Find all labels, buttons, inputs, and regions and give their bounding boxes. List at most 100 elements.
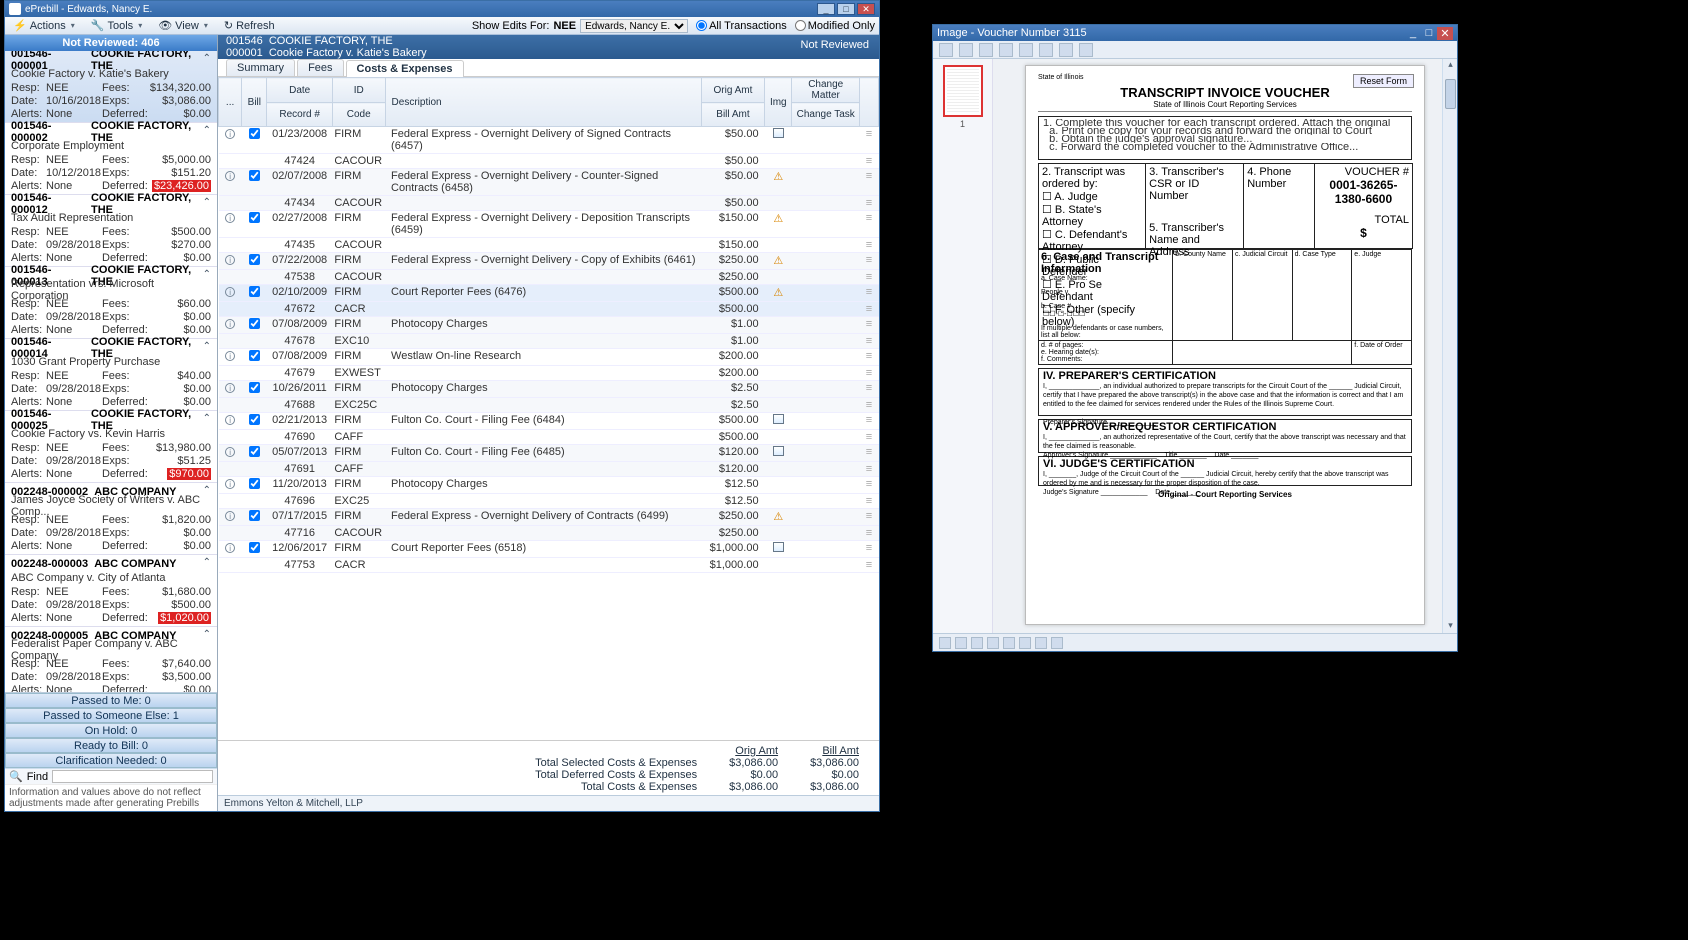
collapse-icon[interactable]: ⌃ bbox=[203, 629, 211, 640]
row-menu-icon[interactable]: ≡ bbox=[859, 541, 878, 558]
bill-checkbox[interactable] bbox=[249, 212, 260, 223]
col-img[interactable]: Img bbox=[765, 78, 792, 127]
col-orig-amt[interactable]: Orig Amt bbox=[701, 78, 764, 103]
case-item[interactable]: ⌃ 002248-000003 ABC COMPANY ABC Company … bbox=[5, 555, 217, 627]
col-selector[interactable]: ... bbox=[219, 78, 242, 127]
row-menu-icon[interactable]: ≡ bbox=[859, 211, 878, 238]
all-transactions-radio[interactable]: All Transactions bbox=[696, 20, 787, 32]
viewer-maximize[interactable]: □ bbox=[1421, 27, 1437, 39]
find-input[interactable] bbox=[52, 770, 213, 783]
info-icon[interactable]: i bbox=[225, 287, 235, 297]
bill-checkbox[interactable] bbox=[249, 170, 260, 181]
tab-costs-expenses[interactable]: Costs & Expenses bbox=[346, 60, 464, 77]
info-icon[interactable]: i bbox=[225, 383, 235, 393]
status-button[interactable]: Ready to Bill: 0 bbox=[5, 738, 217, 753]
row-menu-icon[interactable]: ≡ bbox=[859, 430, 878, 445]
row-menu-icon[interactable]: ≡ bbox=[859, 270, 878, 285]
row-menu-icon[interactable]: ≡ bbox=[859, 285, 878, 302]
status-button[interactable]: Clarification Needed: 0 bbox=[5, 753, 217, 768]
reset-form-button[interactable]: Reset Form bbox=[1353, 74, 1414, 88]
tab-summary[interactable]: Summary bbox=[226, 59, 295, 76]
row-menu-icon[interactable]: ≡ bbox=[859, 526, 878, 541]
row-menu-icon[interactable]: ≡ bbox=[859, 349, 878, 366]
tab-fees[interactable]: Fees bbox=[297, 59, 343, 76]
viewer-tool-icon[interactable] bbox=[1039, 43, 1053, 57]
info-icon[interactable]: i bbox=[225, 255, 235, 265]
case-item[interactable]: ⌃ 002248-000002 ABC COMPANY James Joyce … bbox=[5, 483, 217, 555]
maximize-button[interactable]: □ bbox=[837, 3, 855, 15]
row-menu-icon[interactable]: ≡ bbox=[859, 413, 878, 430]
bill-checkbox[interactable] bbox=[249, 128, 260, 139]
row-menu-icon[interactable]: ≡ bbox=[859, 253, 878, 270]
row-menu-icon[interactable]: ≡ bbox=[859, 398, 878, 413]
info-icon[interactable]: i bbox=[225, 415, 235, 425]
expense-row[interactable]: i 02/21/2013FIRM Fulton Co. Court - Fili… bbox=[219, 413, 879, 430]
viewer-tool-icon[interactable] bbox=[1019, 43, 1033, 57]
expense-row[interactable]: i 11/20/2013FIRM Photocopy Charges$12.50… bbox=[219, 477, 879, 494]
info-icon[interactable]: i bbox=[225, 319, 235, 329]
viewer-close[interactable]: ✕ bbox=[1437, 27, 1453, 40]
col-change-matter[interactable]: Change Matter bbox=[792, 78, 859, 103]
viewer-tool-icon[interactable] bbox=[939, 43, 953, 57]
row-menu-icon[interactable]: ≡ bbox=[859, 302, 878, 317]
page-thumbnail[interactable] bbox=[943, 65, 983, 117]
row-menu-icon[interactable]: ≡ bbox=[859, 381, 878, 398]
expense-row[interactable]: i 02/10/2009FIRM Court Reporter Fees (64… bbox=[219, 285, 879, 302]
row-menu-icon[interactable]: ≡ bbox=[859, 462, 878, 477]
info-icon[interactable]: i bbox=[225, 213, 235, 223]
expense-row[interactable]: i 05/07/2013FIRM Fulton Co. Court - Fili… bbox=[219, 445, 879, 462]
bill-checkbox[interactable] bbox=[249, 414, 260, 425]
expense-row[interactable]: i 07/22/2008FIRM Federal Express - Overn… bbox=[219, 253, 879, 270]
collapse-icon[interactable]: ⌃ bbox=[203, 341, 211, 352]
col-id[interactable]: ID bbox=[332, 78, 385, 103]
status-button[interactable]: Passed to Me: 0 bbox=[5, 693, 217, 708]
bill-checkbox[interactable] bbox=[249, 318, 260, 329]
expense-row[interactable]: i 10/26/2011FIRM Photocopy Charges$2.50 … bbox=[219, 381, 879, 398]
expense-row[interactable]: i 07/08/2009FIRM Photocopy Charges$1.00 … bbox=[219, 317, 879, 334]
info-icon[interactable]: i bbox=[225, 543, 235, 553]
refresh-button[interactable]: ↻Refresh bbox=[220, 18, 279, 33]
expense-row[interactable]: i 02/27/2008FIRM Federal Express - Overn… bbox=[219, 211, 879, 238]
minimize-button[interactable]: _ bbox=[817, 3, 835, 15]
image-icon[interactable] bbox=[773, 414, 784, 424]
row-menu-icon[interactable]: ≡ bbox=[859, 127, 878, 154]
bill-checkbox[interactable] bbox=[249, 446, 260, 457]
bill-checkbox[interactable] bbox=[249, 478, 260, 489]
collapse-icon[interactable]: ⌃ bbox=[203, 557, 211, 568]
not-reviewed-header[interactable]: Not Reviewed: 406 bbox=[5, 35, 217, 51]
viewer-minimize[interactable]: _ bbox=[1405, 27, 1421, 39]
row-menu-icon[interactable]: ≡ bbox=[859, 334, 878, 349]
row-menu-icon[interactable]: ≡ bbox=[859, 196, 878, 211]
close-button[interactable]: ✕ bbox=[857, 3, 875, 15]
status-button[interactable]: Passed to Someone Else: 1 bbox=[5, 708, 217, 723]
expense-row[interactable]: i 07/17/2015FIRM Federal Express - Overn… bbox=[219, 509, 879, 526]
expense-row[interactable]: i 12/06/2017FIRM Court Reporter Fees (65… bbox=[219, 541, 879, 558]
viewer-tool-icon[interactable] bbox=[999, 43, 1013, 57]
expense-row[interactable]: i 02/07/2008FIRM Federal Express - Overn… bbox=[219, 169, 879, 196]
image-icon[interactable] bbox=[773, 542, 784, 552]
viewer-tool-icon[interactable] bbox=[1079, 43, 1093, 57]
row-menu-icon[interactable]: ≡ bbox=[859, 445, 878, 462]
row-menu-icon[interactable]: ≡ bbox=[859, 494, 878, 509]
info-icon[interactable]: i bbox=[225, 171, 235, 181]
image-icon[interactable] bbox=[773, 446, 784, 456]
tools-menu[interactable]: 🔧Tools bbox=[87, 18, 146, 33]
viewer-tool-icon[interactable] bbox=[959, 43, 973, 57]
bill-checkbox[interactable] bbox=[249, 542, 260, 553]
view-menu[interactable]: 👁View bbox=[154, 18, 212, 33]
viewer-tool-icon[interactable] bbox=[979, 43, 993, 57]
viewer-scrollbar[interactable]: ▴▾ bbox=[1442, 59, 1457, 633]
bill-checkbox[interactable] bbox=[249, 382, 260, 393]
viewer-tool-icon[interactable] bbox=[1059, 43, 1073, 57]
status-button[interactable]: On Hold: 0 bbox=[5, 723, 217, 738]
row-menu-icon[interactable]: ≡ bbox=[859, 558, 878, 573]
row-menu-icon[interactable]: ≡ bbox=[859, 477, 878, 494]
col-bill[interactable]: Bill bbox=[242, 78, 267, 127]
collapse-icon[interactable]: ⌃ bbox=[203, 125, 211, 136]
collapse-icon[interactable]: ⌃ bbox=[203, 413, 211, 424]
info-icon[interactable]: i bbox=[225, 351, 235, 361]
info-icon[interactable]: i bbox=[225, 447, 235, 457]
row-menu-icon[interactable]: ≡ bbox=[859, 366, 878, 381]
row-menu-icon[interactable]: ≡ bbox=[859, 509, 878, 526]
case-item[interactable]: ⌃ 002248-000005 ABC COMPANY Federalist P… bbox=[5, 627, 217, 692]
